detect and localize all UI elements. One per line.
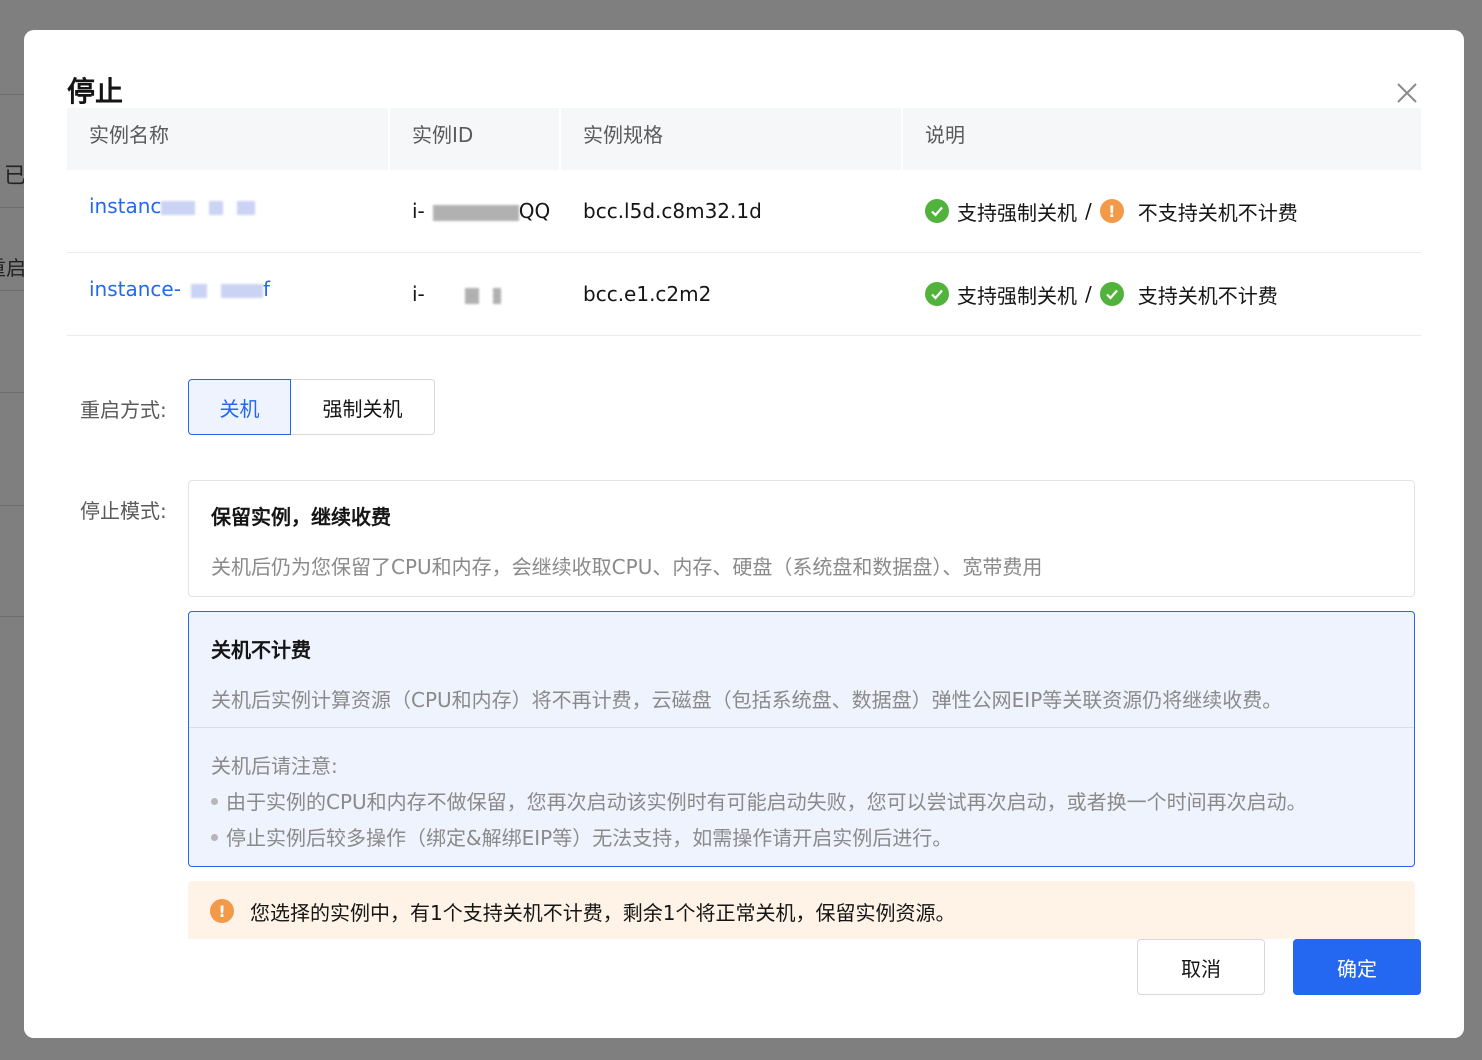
restart-mode-label: 重启方式:	[80, 398, 167, 422]
stop-instance-dialog: 停止 实例名称 实例ID 实例规格 说明 instanc i- QQ bcc.l5…	[24, 30, 1464, 1038]
option-description: 关机后实例计算资源（CPU和内存）将不再计费，云磁盘（包括系统盘、数据盘）弹性公…	[211, 688, 1283, 712]
note-item: 由于实例的CPU和内存不做保留，您再次启动该实例时有可能启动失败，您可以尝试再次…	[211, 786, 1307, 815]
instance-spec: bcc.e1.c2m2	[583, 282, 712, 306]
column-header-id: 实例ID	[390, 108, 561, 170]
alert-text: 您选择的实例中，有1个支持关机不计费，剩余1个将正常关机，保留实例资源。	[250, 900, 956, 925]
warning-circle-icon: !	[1099, 199, 1124, 223]
bullet-icon	[211, 798, 218, 805]
redacted-text	[161, 200, 196, 215]
dialog-title: 停止	[67, 75, 124, 108]
stop-mode-label: 停止模式:	[80, 499, 167, 523]
redacted-text	[492, 287, 501, 304]
notice-alert: ! 您选择的实例中，有1个支持关机不计费，剩余1个将正常关机，保留实例资源。	[188, 881, 1415, 941]
table-row: instanc i- QQ bcc.l5d.c8m32.1d 支持强制关机 / !…	[67, 170, 1421, 253]
redacted-text	[237, 200, 256, 215]
instance-id: i- QQ	[412, 199, 551, 223]
instance-name-link[interactable]: instance-f	[89, 277, 270, 301]
confirm-button[interactable]: 确定	[1293, 939, 1421, 995]
dialog-footer: 取消 确定	[24, 939, 1464, 1038]
option-description: 关机后仍为您保留了CPU和内存，会继续收取CPU、内存、硬盘（系统盘和数据盘）、…	[211, 555, 1043, 579]
instance-spec: bcc.l5d.c8m32.1d	[583, 199, 762, 223]
option-title: 保留实例，继续收费	[211, 505, 391, 529]
instance-table: 实例名称 实例ID 实例规格 说明 instanc i- QQ bcc.l5d.c…	[67, 108, 1421, 336]
column-header-description: 说明	[925, 123, 965, 147]
divider	[189, 727, 1414, 728]
option-force-shutdown[interactable]: 强制关机	[291, 379, 435, 435]
check-circle-icon	[925, 282, 949, 306]
background-text-fragment: 已	[4, 164, 27, 189]
background-divider	[0, 505, 24, 506]
instance-support-description: 支持强制关机 / ! 不支持关机不计费	[925, 197, 1421, 226]
background-divider	[0, 616, 24, 617]
check-circle-icon	[1099, 282, 1124, 306]
option-title: 关机不计费	[211, 638, 311, 662]
close-icon[interactable]	[1394, 80, 1420, 106]
note-item: 停止实例后较多操作（绑定&解绑EIP等）无法支持，如需操作请开启实例后进行。	[211, 822, 952, 851]
warning-circle-icon: !	[210, 899, 234, 923]
table-row: instance-f i- bcc.e1.c2m2 支持强制关机 / 支持关机不…	[67, 253, 1421, 336]
cancel-button[interactable]: 取消	[1137, 939, 1265, 995]
instance-name-link[interactable]: instanc	[89, 194, 256, 218]
option-shutdown[interactable]: 关机	[188, 379, 291, 435]
table-header: 实例名称 实例ID 实例规格 说明	[67, 108, 1421, 170]
background-divider	[0, 392, 24, 393]
note-title: 关机后请注意:	[211, 754, 338, 778]
background-text-fragment: 重启	[0, 256, 26, 280]
stop-mode-option-nocharge[interactable]: 关机不计费 关机后实例计算资源（CPU和内存）将不再计费，云磁盘（包括系统盘、数…	[188, 611, 1415, 867]
redacted-text	[209, 200, 224, 215]
check-circle-icon	[925, 199, 949, 223]
column-header-name: 实例名称	[67, 108, 390, 170]
redacted-text	[220, 283, 263, 298]
column-header-spec: 实例规格	[561, 108, 903, 170]
restart-mode-selector: 关机 强制关机	[188, 379, 435, 435]
background-divider	[0, 94, 24, 95]
instance-id: i-	[390, 282, 561, 306]
bullet-icon	[211, 834, 218, 841]
redacted-text	[464, 287, 479, 304]
instance-support-description: 支持强制关机 / 支持关机不计费	[925, 280, 1421, 309]
redacted-text	[432, 204, 519, 221]
background-divider	[0, 207, 24, 208]
background-divider	[0, 290, 24, 291]
redacted-text	[190, 283, 207, 298]
stop-mode-option-keep[interactable]: 保留实例，继续收费 关机后仍为您保留了CPU和内存，会继续收取CPU、内存、硬盘…	[188, 480, 1415, 597]
